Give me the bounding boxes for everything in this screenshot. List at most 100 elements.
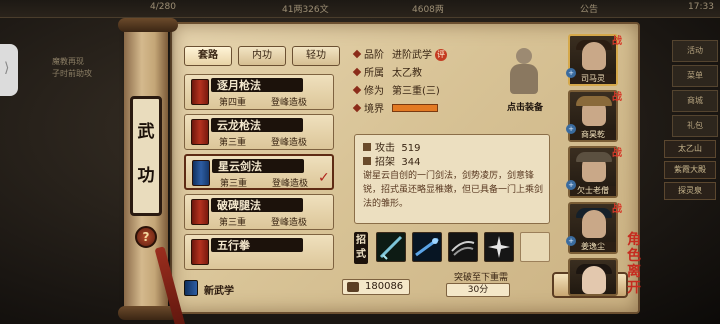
- menu-item-activity[interactable]: 活动: [672, 40, 718, 62]
- skill-points-box: 180086: [342, 279, 410, 295]
- side-expand-tab[interactable]: ⟩: [0, 44, 18, 96]
- sword-thrust-icon: [415, 237, 439, 257]
- menu-item-shop[interactable]: 商城: [672, 90, 718, 112]
- monk-portrait: [506, 46, 542, 96]
- grade-label: 品阶: [364, 50, 384, 61]
- top-status-bar: 4/280 41两326文 4608两 公告 17:33: [0, 0, 720, 18]
- realm-progress-bar: [392, 104, 438, 112]
- skill-name: 云龙枪法: [217, 119, 261, 132]
- battle-icon: 战: [612, 92, 622, 103]
- quest-notes[interactable]: 魔教再现 子时前助攻: [52, 56, 118, 80]
- parry-value: 344: [401, 157, 421, 168]
- skill-level: 第三重: [219, 218, 247, 228]
- grade-badge: 评: [435, 49, 447, 61]
- scroll-roller-bottom: [118, 306, 178, 320]
- rank-icon: +: [566, 124, 576, 134]
- move-slot-2[interactable]: [412, 232, 442, 262]
- clock-text: 17:33: [688, 2, 714, 12]
- skill-name: 逐月枪法: [217, 79, 261, 92]
- hero-name: 姜逸尘: [570, 242, 616, 252]
- skill-rank: 登峰造极: [271, 138, 308, 148]
- skill-item-selected[interactable]: 星云剑法 第三重 登峰造极 ✓: [184, 154, 334, 190]
- quest-note-line: 魔教再现: [52, 57, 84, 66]
- skill-rank: 登峰造极: [272, 179, 309, 189]
- skill-level: 第三重: [220, 179, 248, 189]
- skill-level: 第三重: [219, 138, 247, 148]
- skill-item[interactable]: 云龙枪法 第三重 登峰造极: [184, 114, 334, 150]
- hero-face: [582, 42, 606, 70]
- location-item[interactable]: 紫霞大殿: [664, 161, 716, 179]
- tab-inner-arts[interactable]: 内功: [238, 46, 286, 66]
- location-item[interactable]: 探灵泉: [664, 182, 716, 200]
- bamboo-hat-icon: [576, 96, 612, 106]
- skill-name: 破碑腿法: [217, 199, 261, 212]
- role-tag-char: 开: [627, 280, 641, 296]
- parry-stat: 招架 344: [363, 153, 420, 168]
- menu-item-menu[interactable]: 菜单: [672, 65, 718, 87]
- hero-slot[interactable]: 姜逸尘 战 +: [566, 202, 622, 254]
- book-icon: [184, 280, 198, 296]
- move-slot-4[interactable]: [484, 232, 514, 262]
- scroll-roller-top: [118, 18, 178, 32]
- title-char: 武: [137, 122, 155, 142]
- hero-name: 商昊乾: [570, 130, 616, 140]
- hero-face: [582, 266, 606, 294]
- skill-level: 第四重: [219, 98, 247, 108]
- moves-label: 招式: [354, 232, 368, 264]
- move-slot-1[interactable]: [376, 232, 406, 262]
- skill-rank: 登峰造极: [271, 98, 308, 108]
- moves-row: 招式: [354, 232, 554, 264]
- rank-icon: +: [566, 236, 576, 246]
- tab-routines[interactable]: 套路: [184, 46, 232, 66]
- skill-item[interactable]: 逐月枪法 第四重 登峰造极: [184, 74, 334, 110]
- sect-label: 所属: [364, 68, 384, 79]
- move-slot-empty[interactable]: [520, 232, 550, 262]
- skill-rank: 登峰造极: [271, 218, 308, 228]
- panel-title: 武 功: [130, 96, 162, 216]
- role-tag-char: 色: [627, 248, 641, 264]
- realm-label: 境界: [364, 104, 384, 115]
- cultivation-value: 第三重(三): [392, 86, 440, 97]
- skill-book-icon: [191, 79, 209, 105]
- help-icon[interactable]: ?: [135, 226, 157, 248]
- skill-description: 谢星云自创的一门剑法，剑势凌厉，剑意锋锐，招式虽还略显稚嫩，但已具备一门上乘剑法…: [363, 171, 544, 209]
- diamond-bullet-icon: [352, 103, 362, 113]
- checkmark-icon: ✓: [318, 170, 330, 186]
- location-item[interactable]: 太乙山: [664, 140, 716, 158]
- portrait-body: [510, 64, 538, 94]
- menu-item-gift[interactable]: 礼包: [672, 115, 718, 137]
- location-list: 太乙山 紫霞大殿 探灵泉: [664, 140, 716, 203]
- battle-icon: 战: [612, 204, 622, 215]
- hero-face: [582, 210, 606, 238]
- sword-slash-icon: [379, 235, 403, 260]
- new-skill-row[interactable]: 新武学: [184, 280, 344, 297]
- equip-portrait[interactable]: 点击装备: [492, 46, 552, 116]
- hero-slot[interactable]: [568, 258, 618, 296]
- silver-text: 4608两: [412, 5, 444, 15]
- hero-slot[interactable]: 司马灵 战 +: [566, 34, 622, 86]
- move-slot-3[interactable]: [448, 232, 478, 262]
- skill-points-value: 180086: [365, 281, 404, 292]
- tab-lightness[interactable]: 轻功: [292, 46, 340, 66]
- burst-icon: [488, 236, 510, 258]
- points-icon: [347, 282, 359, 292]
- portrait-head: [516, 48, 532, 64]
- skill-item[interactable]: 五行拳: [184, 234, 334, 270]
- skill-item[interactable]: 破碑腿法 第三重 登峰造极: [184, 194, 334, 230]
- rank-icon: +: [566, 180, 576, 190]
- new-skill-label: 新武学: [204, 286, 234, 297]
- battle-icon: 战: [612, 148, 622, 159]
- role-exit-tag[interactable]: 角 色 离 开: [622, 232, 646, 296]
- role-tag-char: 离: [627, 264, 641, 280]
- grade-value: 进阶武学: [392, 50, 432, 61]
- skill-list: 逐月枪法 第四重 登峰造极 云龙枪法 第三重 登峰造极 星云剑法 第三重 登峰造…: [184, 74, 344, 272]
- hero-slot[interactable]: 欠士老僧 战 +: [566, 146, 622, 198]
- battle-icon: 战: [612, 36, 622, 47]
- stamina-text: 4/280: [150, 2, 176, 12]
- announcement-link[interactable]: 公告: [580, 2, 598, 15]
- hero-slot[interactable]: 商昊乾 战 +: [566, 90, 622, 142]
- realm-row: 境界: [352, 100, 438, 115]
- breakthrough-requirement: 突破至下重需: [453, 273, 508, 283]
- martial-arts-panel: 武 功 ? 套路 内功 轻功 逐月枪法 第四重 登峰造极 云龙枪法 第三重 登峰…: [118, 18, 640, 324]
- parry-icon: [363, 157, 371, 165]
